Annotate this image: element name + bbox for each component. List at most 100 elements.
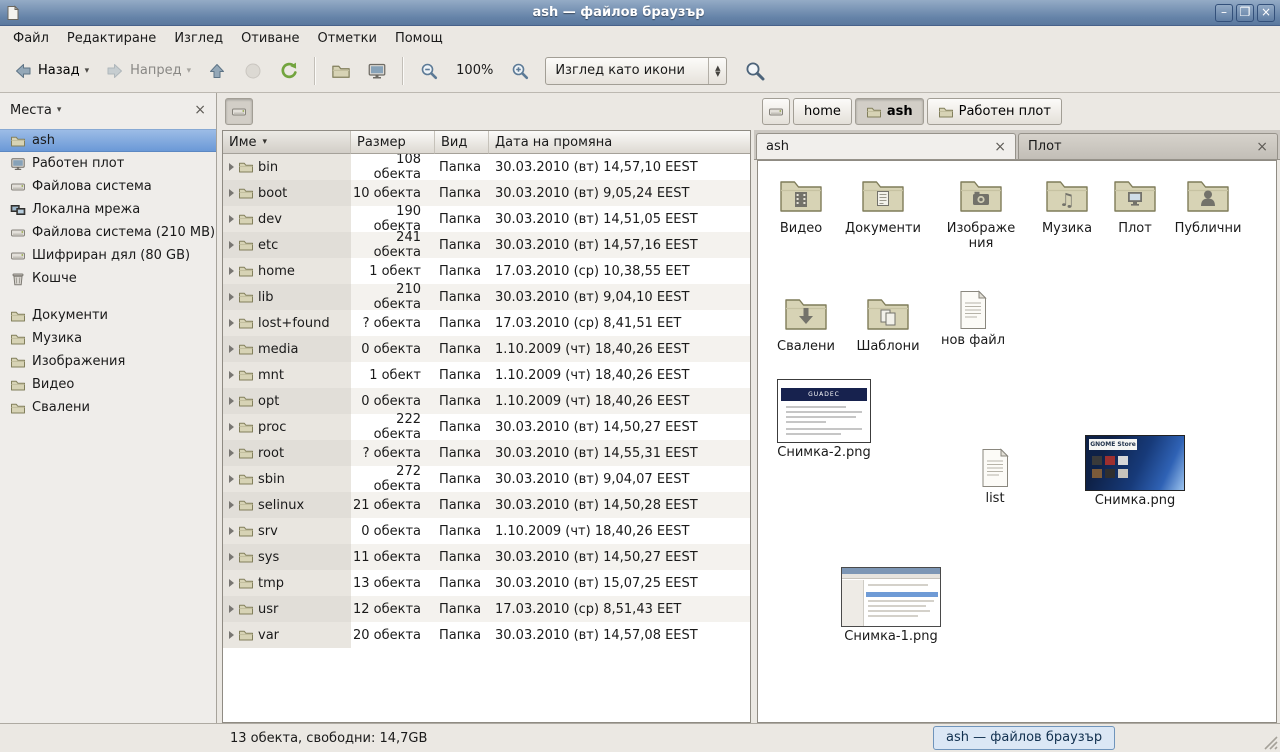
view-mode-select[interactable]: Изглед като икони ▲▼ <box>545 57 727 85</box>
expander-icon[interactable] <box>229 189 234 197</box>
pathbar-button-root[interactable] <box>762 98 790 125</box>
sidebar-item[interactable]: Свалени <box>0 396 216 419</box>
table-row[interactable]: lost+found? обектаПапка17.03.2010 (ср) 8… <box>223 310 750 336</box>
sidebar-item[interactable]: Музика <box>0 327 216 350</box>
expander-icon[interactable] <box>229 215 234 223</box>
sidebar-item[interactable]: Видео <box>0 373 216 396</box>
icon-view-item[interactable]: GNOME StoreСнимка.png <box>1085 435 1185 509</box>
table-row[interactable]: root? обектаПапка30.03.2010 (вт) 14,55,3… <box>223 440 750 466</box>
menu-view[interactable]: Изглед <box>165 29 232 48</box>
table-row[interactable]: sys11 обектаПапка30.03.2010 (вт) 14,50,2… <box>223 544 750 570</box>
table-row[interactable]: bin108 обектаПапка30.03.2010 (вт) 14,57,… <box>223 154 750 180</box>
table-row[interactable]: home1 обектПапка17.03.2010 (ср) 10,38,55… <box>223 258 750 284</box>
up-button[interactable] <box>200 57 234 85</box>
expander-icon[interactable] <box>229 423 234 431</box>
expander-icon[interactable] <box>229 579 234 587</box>
column-header-type[interactable]: Вид <box>435 131 489 154</box>
home-button[interactable] <box>324 57 358 85</box>
column-header-date[interactable]: Дата на промяна <box>489 131 750 154</box>
table-row[interactable]: opt0 обектаПапка1.10.2009 (чт) 18,40,26 … <box>223 388 750 414</box>
expander-icon[interactable] <box>229 397 234 405</box>
sidebar-item[interactable]: Файлова система (210 MB) <box>0 221 216 244</box>
icon-view-item[interactable]: Изображения <box>943 171 1019 251</box>
sidebar-item[interactable]: Шифриран дял (80 GB) <box>0 244 216 267</box>
table-row[interactable]: tmp13 обектаПапка30.03.2010 (вт) 15,07,2… <box>223 570 750 596</box>
icon-view-item[interactable]: Документи <box>841 171 925 237</box>
table-row[interactable]: var20 обектаПапка30.03.2010 (вт) 14,57,0… <box>223 622 750 648</box>
pathbar-button-ash[interactable]: ash <box>855 98 924 125</box>
reload-button[interactable] <box>272 57 306 85</box>
table-row[interactable]: selinux21 обектаПапка30.03.2010 (вт) 14,… <box>223 492 750 518</box>
computer-button[interactable] <box>360 57 394 85</box>
zoom-out-button[interactable] <box>412 57 446 85</box>
pathbar-root-button[interactable] <box>225 98 253 125</box>
icon-view-item[interactable]: GUADECСнимка-2.png <box>775 379 873 461</box>
table-row[interactable]: mnt1 обектПапка1.10.2009 (чт) 18,40,26 E… <box>223 362 750 388</box>
tab-close-icon[interactable]: × <box>1256 140 1268 154</box>
icon-view-item[interactable]: Снимка-1.png <box>841 567 941 645</box>
table-row[interactable]: sbin272 обектаПапка30.03.2010 (вт) 9,04,… <box>223 466 750 492</box>
column-header-name[interactable]: Име▾ <box>223 131 351 154</box>
table-row[interactable]: dev190 обектаПапка30.03.2010 (вт) 14,51,… <box>223 206 750 232</box>
table-row[interactable]: usr12 обектаПапка17.03.2010 (ср) 8,51,43… <box>223 596 750 622</box>
tab-plot[interactable]: Плот× <box>1018 133 1278 159</box>
icon-view-item[interactable]: Видео <box>766 171 836 237</box>
menu-help[interactable]: Помощ <box>386 29 452 48</box>
expander-icon[interactable] <box>229 241 234 249</box>
icon-view-item[interactable]: Свалени <box>773 289 839 355</box>
table-row[interactable]: lib210 обектаПапка30.03.2010 (вт) 9,04,1… <box>223 284 750 310</box>
stop-button[interactable] <box>236 57 270 85</box>
pathbar-button-desktop[interactable]: Работен плот <box>927 98 1062 125</box>
menu-edit[interactable]: Редактиране <box>58 29 165 48</box>
sidebar-item[interactable]: ash <box>0 129 216 152</box>
expander-icon[interactable] <box>229 319 234 327</box>
icon-view-item[interactable]: ♫Музика <box>1034 171 1100 237</box>
menu-file[interactable]: Файл <box>4 29 58 48</box>
close-button[interactable]: × <box>1257 4 1275 22</box>
sidebar-item[interactable]: Изображения <box>0 350 216 373</box>
expander-icon[interactable] <box>229 449 234 457</box>
chevron-down-icon[interactable]: ▾ <box>57 105 62 115</box>
table-row[interactable]: srv0 обектаПапка1.10.2009 (чт) 18,40,26 … <box>223 518 750 544</box>
expander-icon[interactable] <box>229 475 234 483</box>
table-row[interactable]: proc222 обектаПапка30.03.2010 (вт) 14,50… <box>223 414 750 440</box>
icon-view-item[interactable]: нов файл <box>936 289 1010 349</box>
icon-view-item[interactable]: list <box>962 447 1028 507</box>
expander-icon[interactable] <box>229 553 234 561</box>
expander-icon[interactable] <box>229 527 234 535</box>
sidebar-item[interactable]: Кошче <box>0 267 216 290</box>
expander-icon[interactable] <box>229 163 234 171</box>
sidebar-item[interactable]: Работен плот <box>0 152 216 175</box>
table-row[interactable]: boot10 обектаПапка30.03.2010 (вт) 9,05,2… <box>223 180 750 206</box>
icon-view-item[interactable]: Публични <box>1171 171 1245 237</box>
pathbar-button-home[interactable]: home <box>793 98 852 125</box>
column-header-size[interactable]: Размер <box>351 131 435 154</box>
taskbar-window-button[interactable]: ash — файлов браузър <box>933 726 1115 750</box>
expander-icon[interactable] <box>229 501 234 509</box>
menu-go[interactable]: Отиване <box>232 29 308 48</box>
expander-icon[interactable] <box>229 267 234 275</box>
expander-icon[interactable] <box>229 371 234 379</box>
sidebar-item[interactable]: Файлова система <box>0 175 216 198</box>
titlebar[interactable]: ash — файлов браузър – ❐ × <box>0 0 1280 26</box>
expander-icon[interactable] <box>229 345 234 353</box>
maximize-button[interactable]: ❐ <box>1236 4 1254 22</box>
expander-icon[interactable] <box>229 605 234 613</box>
search-button[interactable] <box>737 56 773 86</box>
table-row[interactable]: etc241 обектаПапка30.03.2010 (вт) 14,57,… <box>223 232 750 258</box>
menu-bookmarks[interactable]: Отметки <box>308 29 385 48</box>
sidebar-item[interactable]: Локална мрежа <box>0 198 216 221</box>
expander-icon[interactable] <box>229 631 234 639</box>
sidebar-close-icon[interactable]: × <box>194 103 206 117</box>
back-button[interactable]: Назад ▾ <box>6 57 96 85</box>
tab-ash[interactable]: ash× <box>756 133 1016 159</box>
icon-view-item[interactable]: Шаблони <box>855 289 921 355</box>
table-row[interactable]: media0 обектаПапка1.10.2009 (чт) 18,40,2… <box>223 336 750 362</box>
sidebar-item[interactable]: Документи <box>0 304 216 327</box>
icon-view[interactable]: ВидеоДокументиИзображения♫МузикаПлотПубл… <box>758 161 1276 722</box>
minimize-button[interactable]: – <box>1215 4 1233 22</box>
expander-icon[interactable] <box>229 293 234 301</box>
forward-button[interactable]: Напред ▾ <box>98 57 198 85</box>
resize-grip[interactable] <box>1264 736 1278 750</box>
tab-close-icon[interactable]: × <box>994 140 1006 154</box>
